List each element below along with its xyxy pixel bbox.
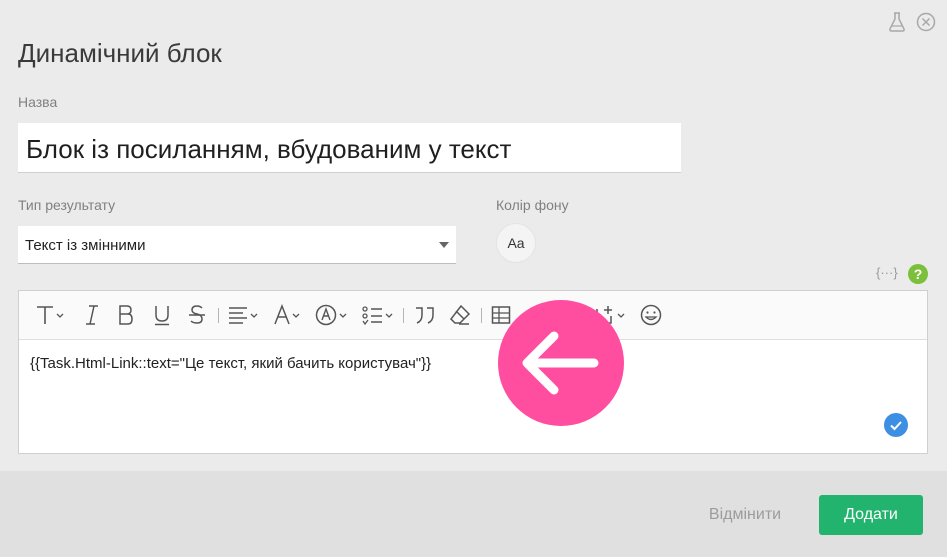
font-color-icon[interactable] [273,303,305,327]
emoji-icon[interactable] [640,303,662,327]
toolbar-divider [218,308,219,323]
strikethrough-icon[interactable] [187,303,207,327]
lab-flask-icon[interactable] [888,12,906,37]
result-type-value: Текст із змінними [25,237,146,254]
chevron-down-icon [439,242,449,248]
result-type-label: Тип результату [18,197,116,213]
underline-icon[interactable] [153,303,171,327]
name-label: Назва [18,94,58,110]
italic-icon[interactable] [83,303,101,327]
bg-color-sample: Aa [507,235,525,251]
rich-text-editor[interactable]: {{Task.Html-Link::text="Це текст, який б… [18,290,928,454]
editor-toolbar [19,291,927,340]
name-input[interactable]: Блок із посиланням, вбудованим у текст [18,123,681,173]
toolbar-divider [481,308,482,323]
result-type-select[interactable]: Текст із змінними [18,226,456,264]
help-icon[interactable]: ? [908,264,928,284]
cancel-button[interactable]: Відмінити [700,495,790,535]
bg-color-label: Колір фону [496,197,569,213]
dialog-footer [0,471,947,557]
list-icon[interactable] [362,303,396,327]
text-style-icon[interactable] [35,303,67,327]
bg-color-picker[interactable]: Aa [496,223,536,263]
toolbar-divider [403,308,404,323]
check-icon[interactable] [884,413,908,437]
dialog-title: Динамічний блок [18,38,222,68]
variables-icon[interactable]: {···} [876,265,898,280]
highlight-icon[interactable] [315,303,349,327]
quote-icon[interactable] [413,303,437,327]
editor-content[interactable]: {{Task.Html-Link::text="Це текст, який б… [30,355,431,372]
bold-icon[interactable] [117,303,135,327]
close-icon[interactable] [916,12,936,37]
align-icon[interactable] [228,303,260,327]
annotation-arrow-icon [498,300,624,426]
eraser-icon[interactable] [449,303,471,327]
add-button[interactable]: Додати [819,495,923,535]
